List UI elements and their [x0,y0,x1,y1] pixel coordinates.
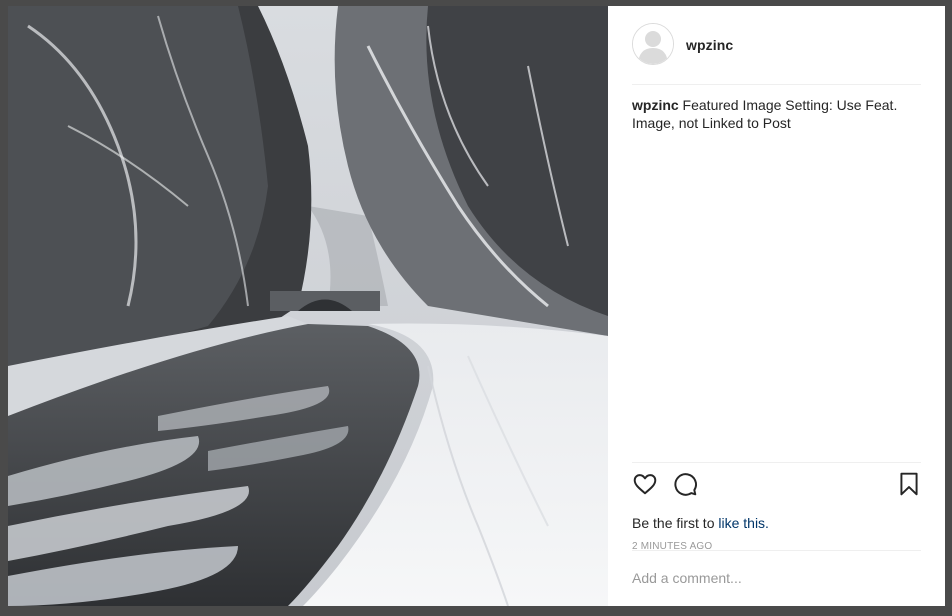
likes-line: Be the first to like this. [632,515,921,531]
post-caption: wpzinc Featured Image Setting: Use Feat.… [632,96,921,132]
action-icons-row [632,471,921,511]
post-username[interactable]: wpzinc [686,37,733,53]
post-modal: wpzinc wpzinc Featured Image Setting: Us… [8,6,945,606]
post-sidebar: wpzinc wpzinc Featured Image Setting: Us… [608,6,945,606]
heart-icon[interactable] [632,471,658,502]
post-image[interactable] [8,6,608,606]
post-actions: Be the first to like this. 2 MINUTES AGO [632,462,921,552]
likes-prefix: Be the first to [632,515,719,531]
snow-canal-photo [8,6,608,606]
comment-area [632,550,921,607]
default-avatar-icon[interactable] [632,23,674,65]
speech-bubble-icon[interactable] [672,471,698,502]
caption-username[interactable]: wpzinc [632,97,679,113]
like-this-link[interactable]: like this. [718,515,769,531]
post-header: wpzinc [632,22,921,85]
bookmark-icon[interactable] [897,471,921,502]
comment-input[interactable] [632,570,921,586]
